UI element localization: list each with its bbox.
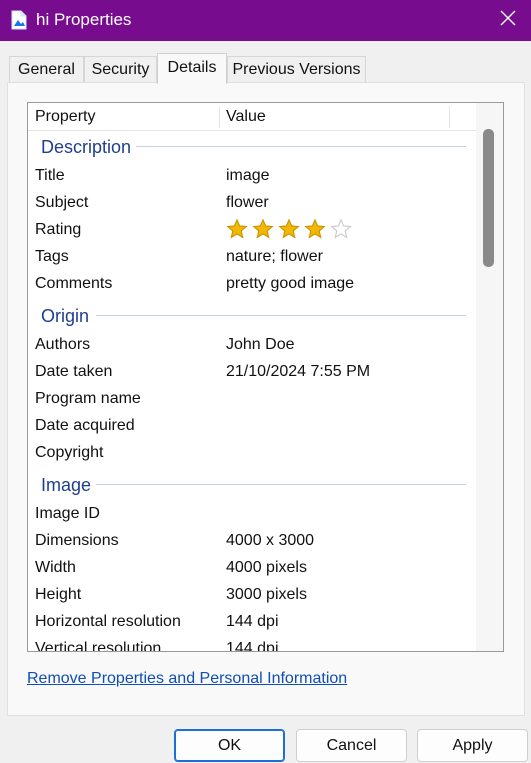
tab-previous-versions[interactable]: Previous Versions bbox=[227, 56, 366, 83]
property-name: Width bbox=[35, 559, 76, 576]
group-divider bbox=[96, 484, 466, 485]
group-divider bbox=[96, 315, 466, 316]
property-name: Title bbox=[35, 167, 65, 184]
property-name: Horizontal resolution bbox=[35, 613, 181, 630]
property-row[interactable]: Image ID bbox=[35, 504, 475, 531]
property-value[interactable]: 144 dpi bbox=[226, 612, 279, 632]
property-row[interactable]: Program name bbox=[35, 389, 475, 416]
property-value[interactable]: 4000 pixels bbox=[226, 558, 307, 578]
column-header: Property Value bbox=[28, 103, 477, 131]
star-filled-icon[interactable] bbox=[226, 217, 252, 241]
property-row[interactable]: Subject flower bbox=[35, 193, 475, 220]
column-divider[interactable] bbox=[219, 106, 220, 128]
title-bar: hi Properties bbox=[0, 0, 531, 41]
property-row[interactable]: Authors John Doe bbox=[35, 335, 475, 362]
property-name: Vertical resolution bbox=[35, 640, 162, 652]
property-name: Height bbox=[35, 586, 82, 603]
close-button[interactable] bbox=[485, 0, 531, 41]
property-name: Dimensions bbox=[35, 532, 119, 549]
property-row[interactable]: Date acquired bbox=[35, 416, 475, 443]
property-name: Tags bbox=[35, 248, 69, 265]
star-filled-icon[interactable] bbox=[252, 217, 278, 241]
property-row[interactable]: Comments pretty good image bbox=[35, 274, 475, 301]
remove-properties-link[interactable]: Remove Properties and Personal Informati… bbox=[27, 670, 347, 688]
property-row[interactable]: Tags nature; flower bbox=[35, 247, 475, 274]
property-row[interactable]: Dimensions 4000 x 3000 bbox=[35, 531, 475, 558]
property-row[interactable]: Title image bbox=[35, 166, 475, 193]
star-empty-icon[interactable] bbox=[330, 217, 356, 241]
property-name: Date taken bbox=[35, 363, 113, 380]
close-icon bbox=[500, 10, 516, 31]
rating-stars[interactable] bbox=[226, 217, 356, 241]
property-value[interactable]: 3000 pixels bbox=[226, 585, 307, 605]
property-name: Image ID bbox=[35, 505, 100, 522]
tab-general[interactable]: General bbox=[9, 56, 84, 83]
property-name: Authors bbox=[35, 336, 91, 353]
vertical-scrollbar[interactable] bbox=[476, 103, 503, 651]
property-value[interactable]: pretty good image bbox=[226, 274, 354, 294]
window-title: hi Properties bbox=[36, 10, 132, 29]
property-name: Program name bbox=[35, 390, 141, 407]
ok-button[interactable]: OK bbox=[174, 729, 285, 762]
property-value[interactable]: image bbox=[226, 166, 270, 186]
tab-security[interactable]: Security bbox=[84, 56, 157, 83]
properties-list[interactable]: Property Value Description Title image S… bbox=[27, 102, 504, 652]
property-name: Date acquired bbox=[35, 417, 135, 434]
column-header-value[interactable]: Value bbox=[226, 108, 266, 126]
image-file-icon bbox=[11, 10, 27, 30]
star-filled-icon[interactable] bbox=[278, 217, 304, 241]
property-value[interactable]: nature; flower bbox=[226, 247, 323, 267]
property-value[interactable]: flower bbox=[226, 193, 269, 213]
column-divider[interactable] bbox=[449, 106, 450, 128]
property-row[interactable]: Copyright bbox=[35, 443, 475, 470]
star-filled-icon[interactable] bbox=[304, 217, 330, 241]
apply-button[interactable]: Apply bbox=[417, 729, 528, 762]
group-header-image: Image bbox=[41, 475, 92, 495]
property-row[interactable]: Width 4000 pixels bbox=[35, 558, 475, 585]
group-divider bbox=[136, 146, 466, 147]
column-header-property[interactable]: Property bbox=[35, 108, 95, 126]
property-name: Copyright bbox=[35, 444, 104, 461]
tab-strip: General Security Details Previous Versio… bbox=[0, 41, 531, 84]
property-row[interactable]: Horizontal resolution 144 dpi bbox=[35, 612, 475, 639]
property-value[interactable]: 21/10/2024 7:55 PM bbox=[226, 362, 370, 382]
property-row[interactable]: Vertical resolution 144 dpi bbox=[35, 639, 475, 652]
property-value[interactable]: John Doe bbox=[226, 335, 295, 355]
group-header-origin: Origin bbox=[41, 306, 90, 326]
scrollbar-thumb[interactable] bbox=[483, 129, 494, 267]
cancel-button[interactable]: Cancel bbox=[296, 729, 407, 762]
property-value[interactable]: 4000 x 3000 bbox=[226, 531, 314, 551]
group-header-description: Description bbox=[41, 137, 132, 157]
property-name: Subject bbox=[35, 194, 89, 211]
property-row[interactable]: Height 3000 pixels bbox=[35, 585, 475, 612]
tab-details[interactable]: Details bbox=[157, 53, 227, 84]
property-value[interactable]: 144 dpi bbox=[226, 639, 279, 651]
property-name: Comments bbox=[35, 275, 113, 292]
property-row[interactable]: Date taken 21/10/2024 7:55 PM bbox=[35, 362, 475, 389]
property-name: Rating bbox=[35, 221, 82, 238]
